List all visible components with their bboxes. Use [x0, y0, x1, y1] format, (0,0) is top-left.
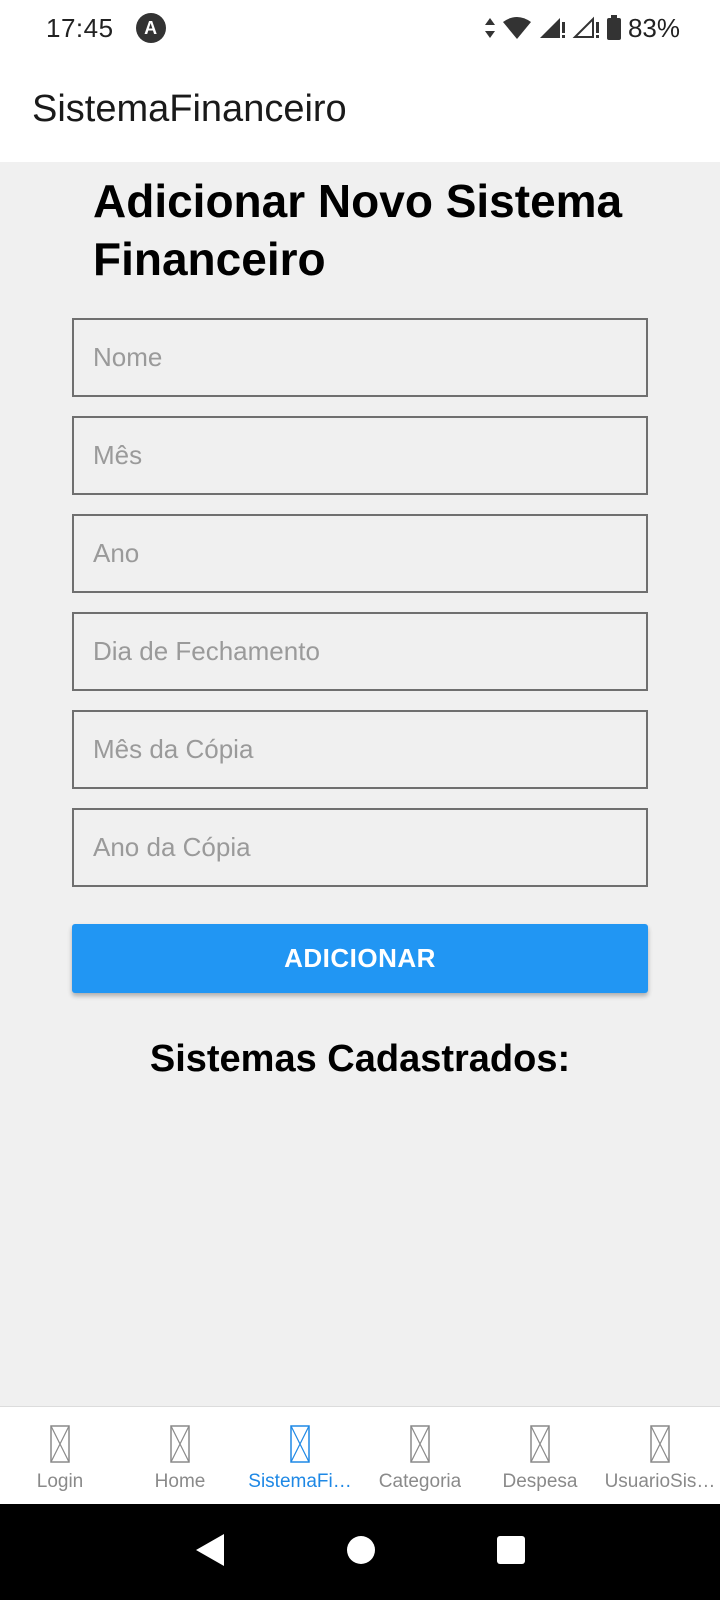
app-bar-title: SistemaFinanceiro — [32, 87, 347, 130]
status-time: 17:45 — [46, 12, 114, 43]
system-navigation-bar — [0, 1504, 720, 1600]
page-title: Adicionar Novo Sistema Financeiro — [93, 175, 623, 285]
placeholder-glyph-icon — [650, 1425, 670, 1463]
status-icons: 83% — [484, 13, 680, 44]
signal-icon — [538, 16, 566, 40]
tab-usuariosistema[interactable]: UsuarioSis… — [600, 1407, 720, 1504]
mes-copia-input[interactable] — [72, 710, 648, 789]
tab-home[interactable]: Home — [120, 1407, 240, 1504]
signal-outline-icon — [572, 16, 600, 40]
nome-input[interactable] — [72, 318, 648, 397]
tab-label: Home — [154, 1471, 206, 1492]
home-circle-icon[interactable] — [346, 1535, 376, 1570]
battery-icon — [606, 15, 622, 41]
ano-copia-input[interactable] — [72, 808, 648, 887]
app-bar: SistemaFinanceiro — [0, 56, 720, 162]
tab-label: UsuarioSis… — [604, 1471, 716, 1492]
list-title: Sistemas Cadastrados: — [149, 1038, 571, 1080]
placeholder-glyph-icon — [290, 1425, 310, 1463]
ano-input[interactable] — [72, 514, 648, 593]
dia-fechamento-input[interactable] — [72, 612, 648, 691]
data-arrows-icon — [484, 17, 496, 39]
bottom-tab-bar: Login Home SistemaFi… Categoria Despesa … — [0, 1406, 720, 1504]
tab-login[interactable]: Login — [0, 1407, 120, 1504]
main-content: Adicionar Novo Sistema Financeiro ADICIO… — [0, 162, 720, 1406]
status-bar: 17:45 A 83% — [0, 0, 720, 56]
placeholder-glyph-icon — [410, 1425, 430, 1463]
placeholder-glyph-icon — [50, 1425, 70, 1463]
mes-input[interactable] — [72, 416, 648, 495]
tab-label: Login — [36, 1471, 84, 1492]
tab-sistemafinanceiro[interactable]: SistemaFi… — [240, 1407, 360, 1504]
tab-categoria[interactable]: Categoria — [360, 1407, 480, 1504]
back-icon[interactable] — [194, 1532, 226, 1573]
battery-percent: 83% — [627, 12, 680, 43]
tab-label: SistemaFi… — [248, 1471, 352, 1492]
recents-square-icon[interactable] — [496, 1535, 526, 1570]
adicionar-button[interactable]: ADICIONAR — [72, 924, 648, 993]
wifi-icon — [502, 16, 532, 40]
tab-despesa[interactable]: Despesa — [480, 1407, 600, 1504]
tab-label: Despesa — [502, 1471, 578, 1492]
placeholder-glyph-icon — [170, 1425, 190, 1463]
app-notification-icon: A — [135, 13, 166, 43]
placeholder-glyph-icon — [530, 1425, 550, 1463]
tab-label: Categoria — [378, 1471, 462, 1492]
